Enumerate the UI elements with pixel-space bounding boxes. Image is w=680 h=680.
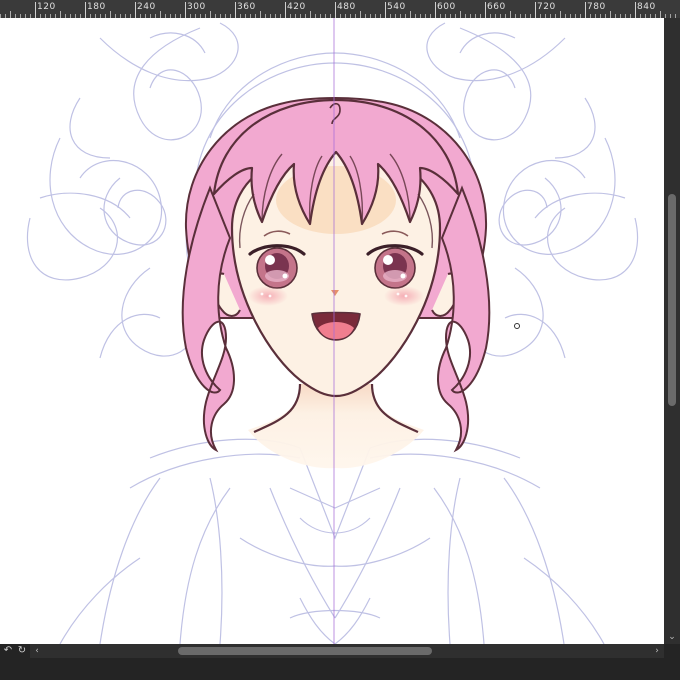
ruler-label: 600 [437,2,456,12]
canvas-artwork [26,18,639,644]
ruler-tick [60,11,61,18]
bottom-bar: ↶ ↻ ‹ › [0,644,680,680]
ruler-tick [85,2,86,18]
ruler-tick [235,2,236,18]
ruler-label: 660 [487,2,506,12]
ruler-tick [460,11,461,18]
ruler-label: 180 [87,2,106,12]
ruler-label: 780 [587,2,606,12]
ruler-tick [35,2,36,18]
ruler-label: 300 [187,2,206,12]
ruler-tick [510,11,511,18]
ruler-tick [660,11,661,18]
ruler-tick [260,11,261,18]
ruler-tick [285,2,286,18]
ruler-tick [310,11,311,18]
ruler-tick [210,11,211,18]
vertical-scroll-thumb[interactable] [668,194,676,406]
ruler-tick [560,11,561,18]
ruler-tick [585,2,586,18]
ruler-tick [410,11,411,18]
ruler-label: 480 [337,2,356,12]
ruler-tick [485,2,486,18]
scroll-left-arrow[interactable]: ‹ [30,644,44,658]
rotate-right-icon[interactable]: ↻ [16,644,28,658]
ruler-label: 360 [237,2,256,12]
ruler-label: 540 [387,2,406,12]
scroll-down-arrow[interactable]: ⌄ [665,630,679,644]
ruler-tick [435,2,436,18]
ruler-label: 420 [287,2,306,12]
ruler-label: 840 [637,2,656,12]
ruler-tick [335,2,336,18]
ruler-tick [535,2,536,18]
ruler-tick [185,2,186,18]
brush-cursor [514,323,520,329]
ruler-label: 120 [37,2,56,12]
ruler-tick [360,11,361,18]
ruler-tick [160,11,161,18]
drawing-canvas[interactable] [0,18,664,644]
ruler-tick [385,2,386,18]
rotate-left-icon[interactable]: ↶ [2,644,14,658]
ruler-label: 720 [537,2,556,12]
ruler-tick [135,2,136,18]
horizontal-ruler: 120 180 240 300 360 420 480 540 600 660 … [0,0,680,19]
ruler-label: 240 [137,2,156,12]
ruler-tick [10,11,11,18]
drawing-app-window: 120 180 240 300 360 420 480 540 600 660 … [0,0,680,680]
horizontal-scroll-thumb[interactable] [178,647,432,655]
vertical-scrollbar[interactable]: ⌄ [664,18,680,644]
ruler-tick [610,11,611,18]
ruler-tick [635,2,636,18]
horizontal-scrollbar[interactable]: ‹ › [30,644,664,658]
ruler-tick [110,11,111,18]
scroll-right-arrow[interactable]: › [650,644,664,658]
